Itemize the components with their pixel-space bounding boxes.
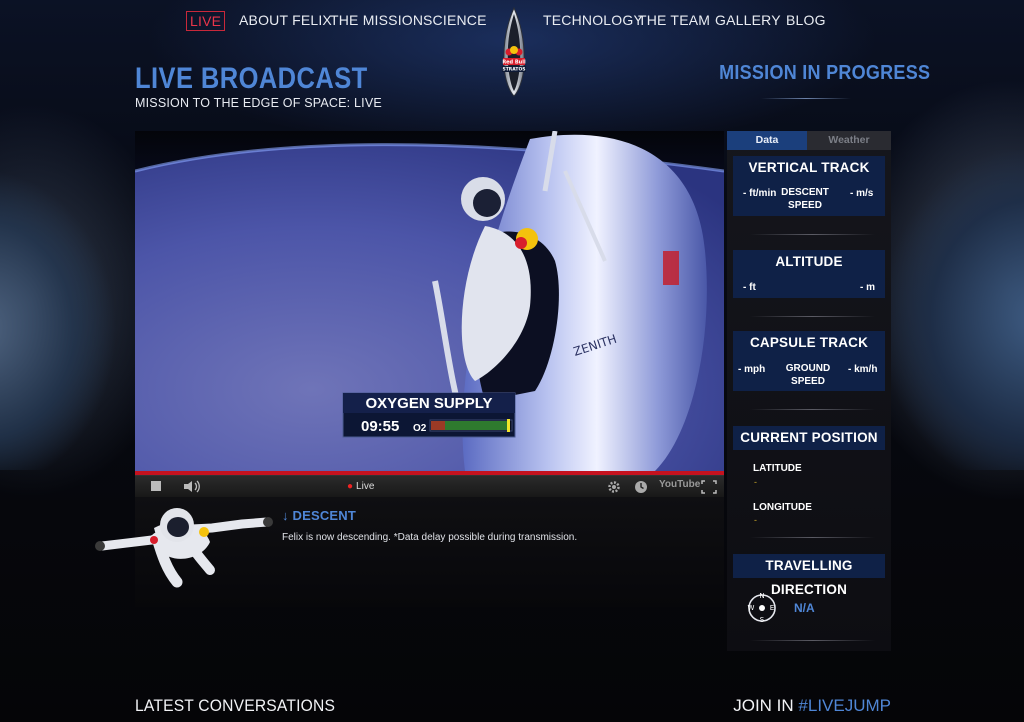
divider xyxy=(750,234,875,235)
youtube-logo[interactable]: YouTube xyxy=(659,479,700,490)
compass-w: W xyxy=(748,604,755,612)
video-player-controls: ● Live YouTube xyxy=(135,475,724,497)
vertical-track-title: VERTICAL TRACK xyxy=(733,156,885,180)
descent-heading-label: DESCENT xyxy=(292,508,357,523)
settings-gear-icon[interactable] xyxy=(607,480,621,497)
latest-conversations-heading: LATEST CONVERSATIONS xyxy=(135,696,336,715)
tab-weather[interactable]: Weather xyxy=(807,131,891,150)
longitude-label: LONGITUDE xyxy=(753,502,812,513)
capsule-mph: - mph xyxy=(738,364,766,375)
broadcast-heading: LIVE BROADCAST MISSION TO THE EDGE OF SP… xyxy=(135,62,409,110)
live-indicator: ● Live xyxy=(347,481,374,492)
vertical-ft-min: - ft/min xyxy=(743,188,777,199)
page-title: LIVE BROADCAST xyxy=(135,62,368,95)
divider xyxy=(750,640,875,641)
svg-text:Red Bull: Red Bull xyxy=(502,60,526,66)
nav-the-team[interactable]: THE TEAM xyxy=(638,12,710,28)
latitude-value: - xyxy=(754,477,757,487)
video-scene: ZENITH OXYGEN SUPPLY 09:55 O2 xyxy=(135,131,724,471)
compass-s: S xyxy=(760,616,765,624)
altitude-m: - m xyxy=(860,282,875,293)
mission-status-text: MISSION IN PROGRESS xyxy=(719,62,931,84)
tab-data[interactable]: Data xyxy=(727,131,807,150)
mission-status: MISSION IN PROGRESS xyxy=(700,62,931,99)
livejump-hashtag[interactable]: #LIVEJUMP xyxy=(798,696,891,715)
nav-live[interactable]: LIVE xyxy=(186,11,226,31)
live-indicator-label: Live xyxy=(356,481,375,492)
join-in-heading: JOIN IN #LIVEJUMP xyxy=(700,696,891,716)
live-video[interactable]: ZENITH OXYGEN SUPPLY 09:55 O2 xyxy=(135,131,724,471)
capsule-km-h: - km/h xyxy=(848,364,878,375)
current-position-title: CURRENT POSITION xyxy=(733,426,885,450)
compass-e: E xyxy=(770,604,774,612)
mission-status-underline xyxy=(761,98,851,99)
fullscreen-icon[interactable] xyxy=(701,480,717,497)
clock-icon[interactable] xyxy=(634,480,648,497)
altitude-title: ALTITUDE xyxy=(733,250,885,274)
arrow-down-icon: ↓ xyxy=(282,508,289,523)
descent-speed-label: DESCENT SPEED xyxy=(781,187,829,211)
nav-science[interactable]: SCIENCE xyxy=(423,12,487,28)
descent-heading: ↓ DESCENT xyxy=(282,508,356,523)
svg-text:STRATOS: STRATOS xyxy=(502,67,525,73)
compass-icon: N E S W xyxy=(743,591,781,625)
descent-description: Felix is now descending. *Data delay pos… xyxy=(282,532,578,543)
capsule-track-title: CAPSULE TRACK xyxy=(733,331,885,355)
live-dot-icon: ● xyxy=(347,481,354,492)
join-in-prefix: JOIN IN xyxy=(733,696,799,715)
compass-n: N xyxy=(759,592,764,600)
longitude-value: - xyxy=(754,515,757,525)
vertical-m-s: - m/s xyxy=(850,188,874,199)
page-subtitle: MISSION TO THE EDGE OF SPACE: LIVE xyxy=(135,96,382,110)
divider xyxy=(750,316,875,317)
nav-technology[interactable]: TECHNOLOGY xyxy=(543,12,643,28)
red-bull-stratos-logo[interactable]: Red Bull STRATOS xyxy=(495,6,533,98)
nav-gallery[interactable]: GALLERY xyxy=(715,12,781,28)
nav-the-mission[interactable]: THE MISSION xyxy=(330,12,423,28)
divider xyxy=(750,409,875,410)
travelling-direction-value: N/A xyxy=(794,601,815,615)
latitude-label: LATITUDE xyxy=(753,463,802,474)
nav-blog[interactable]: BLOG xyxy=(786,12,826,28)
oxygen-o2-label: O2 xyxy=(413,423,427,434)
oxygen-time: 09:55 xyxy=(361,418,399,435)
volume-icon[interactable] xyxy=(183,480,201,496)
stop-icon[interactable] xyxy=(151,481,161,491)
divider xyxy=(750,537,875,538)
earth-right-decoration xyxy=(890,150,1024,470)
ground-speed-label: GROUND SPEED xyxy=(785,363,831,387)
oxygen-supply-label: OXYGEN SUPPLY xyxy=(366,395,493,412)
altitude-ft: - ft xyxy=(743,282,756,293)
earth-left-decoration xyxy=(0,170,140,470)
nav-about-felix[interactable]: ABOUT FELIX xyxy=(239,12,332,28)
travelling-direction-title: TRAVELLING DIRECTION xyxy=(733,554,885,597)
felix-freefall-image xyxy=(92,500,277,590)
